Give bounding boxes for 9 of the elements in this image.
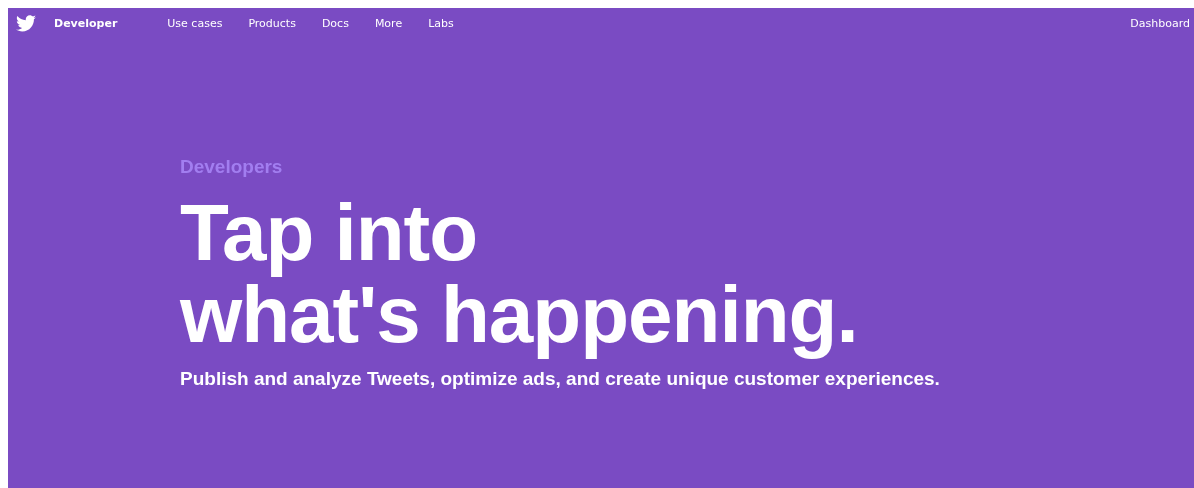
bird-logo-icon[interactable] (16, 14, 36, 32)
nav-link[interactable]: Use cases (167, 16, 223, 30)
subtitle-text: Publish and analyze Tweets, optimize ads, and create unique customer experiences. (180, 368, 941, 390)
nav-link[interactable]: Docs (321, 16, 349, 30)
dashboard-link[interactable]: Dashboard (1130, 16, 1190, 30)
nav-link[interactable]: Labs (428, 16, 454, 30)
nav-link[interactable]: Products (248, 16, 296, 30)
brand-link[interactable]: Developer (54, 16, 118, 30)
nav-link[interactable]: More (374, 16, 403, 30)
